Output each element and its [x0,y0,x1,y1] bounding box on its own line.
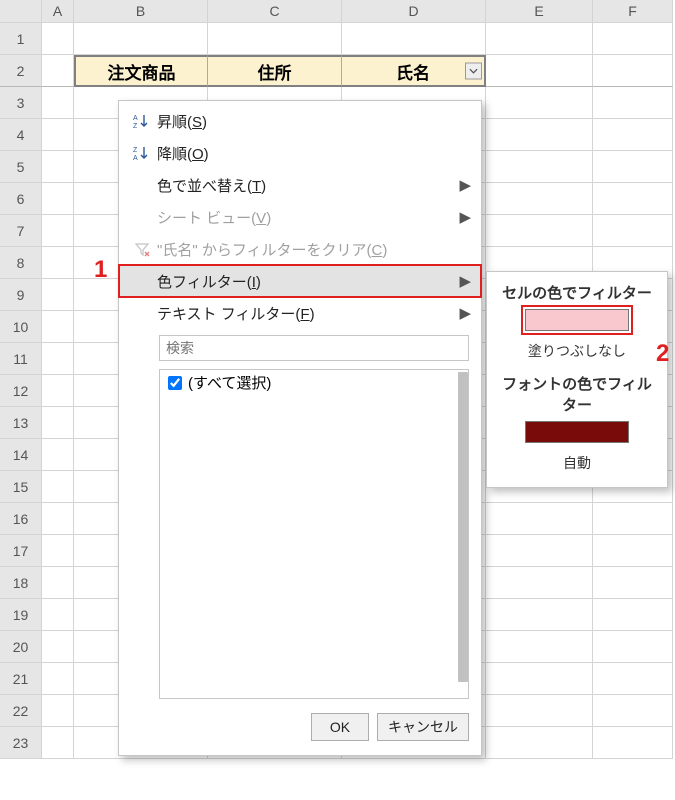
cell-header-name[interactable]: 氏名 [342,55,486,87]
col-header-F[interactable]: F [593,0,673,23]
submenu-cell-color-heading: セルの色でフィルター [495,278,659,309]
cell-color-swatch-pink[interactable] [525,309,629,331]
font-color-swatch-darkred[interactable] [525,421,629,443]
row-header[interactable]: 3 [0,87,42,119]
filter-dropdown-button[interactable] [465,63,482,80]
row-header[interactable]: 10 [0,311,42,343]
row-header[interactable]: 7 [0,215,42,247]
header-address-label: 住所 [258,59,292,84]
row-header[interactable]: 15 [0,471,42,503]
menu-label: 色フィルター(I) [157,271,459,292]
row-2: 2 注文商品 住所 氏名 [0,55,673,87]
menu-label: 昇順(S) [157,111,471,132]
cancel-button[interactable]: キャンセル [377,713,469,741]
row-header[interactable]: 13 [0,407,42,439]
menu-label: "氏名" からフィルターをクリア(C) [157,239,471,260]
submenu-item-no-fill[interactable]: 塗りつぶしなし [495,337,659,369]
submenu-arrow-icon: ▶ [459,208,471,226]
clear-filter-icon [127,240,157,258]
menu-clear-filter: "氏名" からフィルターをクリア(C) [119,233,481,265]
row-header[interactable]: 23 [0,727,42,759]
cell[interactable] [486,23,593,55]
submenu-item-auto[interactable]: 自動 [495,449,659,481]
menu-sheet-view: シート ビュー(V) ▶ [119,201,481,233]
callout-2: 2 [656,340,669,368]
menu-text-filter[interactable]: テキスト フィルター(F) ▶ [119,297,481,329]
cell[interactable] [342,23,486,55]
submenu-arrow-icon: ▶ [459,272,471,290]
cell[interactable] [74,23,208,55]
menu-sort-descending[interactable]: ZA 降順(O) [119,137,481,169]
col-header-E[interactable]: E [486,0,593,23]
filter-context-menu: AZ 昇順(S) ZA 降順(O) 色で並べ替え(T) ▶ シート ビュー(V)… [118,100,482,756]
header-product-label: 注文商品 [108,59,176,84]
submenu-arrow-icon: ▶ [459,176,471,194]
cell[interactable] [42,23,74,55]
cell-header-address[interactable]: 住所 [208,55,342,87]
col-header-D[interactable]: D [342,0,486,23]
row-header[interactable]: 11 [0,343,42,375]
cell[interactable] [486,55,593,87]
row-header[interactable]: 6 [0,183,42,215]
row-header[interactable]: 12 [0,375,42,407]
select-all-cell[interactable] [0,0,42,23]
menu-sort-ascending[interactable]: AZ 昇順(S) [119,105,481,137]
cell[interactable] [593,23,673,55]
row-header[interactable]: 21 [0,663,42,695]
row-header[interactable]: 20 [0,631,42,663]
cell-header-product[interactable]: 注文商品 [74,55,208,87]
color-filter-submenu: セルの色でフィルター 塗りつぶしなし フォントの色でフィルター 自動 [486,271,668,488]
menu-label: 色で並べ替え(T) [157,175,459,196]
menu-label: テキスト フィルター(F) [157,303,459,324]
row-header[interactable]: 14 [0,439,42,471]
checklist-scrollbar[interactable] [454,370,468,698]
cell[interactable] [208,23,342,55]
submenu-arrow-icon: ▶ [459,304,471,322]
cell[interactable] [593,55,673,87]
row-header[interactable]: 17 [0,535,42,567]
row-header[interactable]: 19 [0,599,42,631]
menu-sort-by-color[interactable]: 色で並べ替え(T) ▶ [119,169,481,201]
menu-label: 降順(O) [157,143,471,164]
svg-text:A: A [133,155,138,162]
column-header-row: A B C D E F [0,0,673,23]
scroll-thumb[interactable] [458,372,468,682]
submenu-font-color-heading: フォントの色でフィルター [495,369,659,421]
menu-color-filter[interactable]: 色フィルター(I) ▶ [119,265,481,297]
row-header[interactable]: 9 [0,279,42,311]
row-1: 1 [0,23,673,55]
sort-asc-icon: AZ [127,112,157,130]
row-header[interactable]: 4 [0,119,42,151]
checklist-checkbox[interactable] [168,376,182,390]
row-header[interactable]: 8 [0,247,42,279]
menu-label: シート ビュー(V) [157,207,459,228]
col-header-B[interactable]: B [74,0,208,23]
header-name-label: 氏名 [396,59,430,84]
row-header[interactable]: 16 [0,503,42,535]
checklist-label: (すべて選択) [188,372,271,393]
cell[interactable] [42,55,74,87]
row-header[interactable]: 1 [0,23,42,55]
ok-button[interactable]: OK [311,713,369,741]
svg-text:Z: Z [133,123,138,130]
svg-text:Z: Z [133,147,138,154]
col-header-A[interactable]: A [42,0,74,23]
row-header[interactable]: 5 [0,151,42,183]
callout-1: 1 [94,256,107,284]
checklist-item[interactable]: (すべて選択) [160,372,468,393]
sort-desc-icon: ZA [127,144,157,162]
filter-search-input[interactable] [159,335,469,361]
row-header[interactable]: 2 [0,55,42,87]
row-header[interactable]: 22 [0,695,42,727]
chevron-down-icon [469,67,478,76]
filter-checklist: (すべて選択)荻野 貴子岸本 憲史久保田 純子宮川 和也高橋 良治今村 順一今村… [159,369,469,699]
row-header[interactable]: 18 [0,567,42,599]
col-header-C[interactable]: C [208,0,342,23]
svg-text:A: A [133,115,138,122]
